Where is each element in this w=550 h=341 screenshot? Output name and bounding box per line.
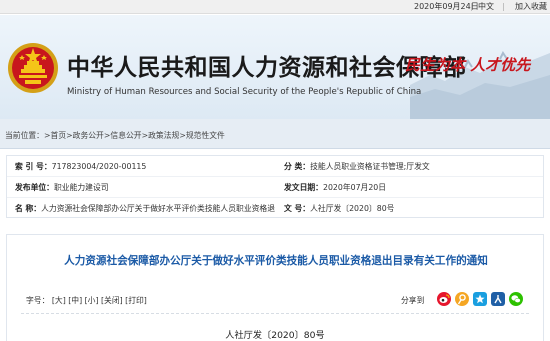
doc-number-label: 文 号： bbox=[284, 204, 311, 213]
article-doc-number: 人社厅发〔2020〕80号 bbox=[225, 330, 325, 341]
top-bar: 2020年09月24日 | 中文 | 加入收藏 bbox=[0, 0, 550, 14]
font-large-button[interactable]: [大] bbox=[52, 296, 66, 305]
divider: | bbox=[502, 2, 505, 11]
site-title-english: Ministry of Human Resources and Social S… bbox=[67, 87, 422, 97]
row-divider bbox=[7, 197, 543, 198]
index-number-field: 索 引 号：717823004/2020-00115 bbox=[15, 162, 146, 172]
index-number-label: 索 引 号： bbox=[15, 162, 52, 171]
share-label: 分享到 bbox=[401, 296, 425, 305]
doc-number-field: 文 号：人社厅发〔2020〕80号 bbox=[284, 204, 394, 214]
national-emblem-icon bbox=[8, 43, 58, 93]
breadcrumb-label: 当前位置： bbox=[5, 131, 44, 140]
divider: | bbox=[470, 2, 473, 11]
breadcrumb-normative-docs[interactable]: 规范性文件 bbox=[186, 131, 225, 140]
doc-name-label: 名 称： bbox=[15, 204, 42, 213]
issue-date-field: 发文日期：2020年07月20日 bbox=[284, 183, 386, 193]
close-button[interactable]: [关闭] bbox=[101, 296, 123, 305]
row-divider bbox=[7, 176, 543, 177]
issue-date-label: 发文日期： bbox=[284, 183, 323, 192]
article-container bbox=[6, 234, 544, 341]
category-label: 分 类： bbox=[284, 162, 311, 171]
wechat-icon[interactable] bbox=[509, 292, 523, 306]
category-field: 分 类：技能人员职业资格证书管理;厅发文 bbox=[284, 162, 430, 172]
font-small-button[interactable]: [小] bbox=[85, 296, 99, 305]
issuer-field: 发布单位：职业能力建设司 bbox=[15, 183, 109, 193]
renren-icon[interactable] bbox=[491, 292, 505, 306]
site-banner: 中华人民共和国人力资源和社会保障部 Ministry of Human Reso… bbox=[0, 15, 550, 119]
slogan: 民生为本 人才优先 bbox=[405, 56, 531, 74]
tencent-weibo-icon[interactable] bbox=[455, 292, 469, 306]
language-link[interactable]: 中文 bbox=[478, 1, 494, 12]
breadcrumb-gov-affairs[interactable]: 政务公开 bbox=[73, 131, 104, 140]
divider bbox=[21, 313, 529, 314]
breadcrumb-info-disclosure[interactable]: 信息公开 bbox=[110, 131, 141, 140]
doc-name-value: 人力资源社会保障部办公厅关于做好水平评价类技能人员职业资格退 bbox=[41, 204, 276, 213]
issue-date-value: 2020年07月20日 bbox=[322, 183, 387, 192]
font-medium-button[interactable]: [中] bbox=[68, 296, 82, 305]
index-number-value: 717823004/2020-00115 bbox=[51, 162, 147, 171]
doc-name-field: 名 称：人力资源社会保障部办公厅关于做好水平评价类技能人员职业资格退 bbox=[15, 204, 275, 214]
issuer-value: 职业能力建设司 bbox=[53, 183, 109, 192]
document-info-table: 索 引 号：717823004/2020-00115 分 类：技能人员职业资格证… bbox=[6, 155, 544, 218]
issuer-label: 发布单位： bbox=[15, 183, 54, 192]
breadcrumb: 当前位置：>首页>政务公开>信息公开>政策法规>规范性文件 bbox=[0, 119, 550, 149]
font-size-label: 字号： bbox=[26, 296, 50, 305]
category-value: 技能人员职业资格证书管理;厅发文 bbox=[310, 162, 430, 171]
add-favorite-link[interactable]: 加入收藏 bbox=[515, 1, 547, 12]
current-date: 2020年09月24日 bbox=[414, 2, 479, 11]
article-title: 人力资源社会保障部办公厅关于做好水平评价类技能人员职业资格退出目录有关工作的通知 bbox=[64, 255, 488, 267]
doc-number-value: 人社厅发〔2020〕80号 bbox=[310, 204, 395, 213]
qzone-icon[interactable] bbox=[473, 292, 487, 306]
article-toolbar: 字号： [大] [中] [小] [关闭] [打印] bbox=[26, 295, 147, 306]
weibo-icon[interactable] bbox=[437, 292, 451, 306]
breadcrumb-home[interactable]: 首页 bbox=[51, 131, 67, 140]
print-button[interactable]: [打印] bbox=[125, 296, 147, 305]
breadcrumb-policies[interactable]: 政策法规 bbox=[148, 131, 179, 140]
